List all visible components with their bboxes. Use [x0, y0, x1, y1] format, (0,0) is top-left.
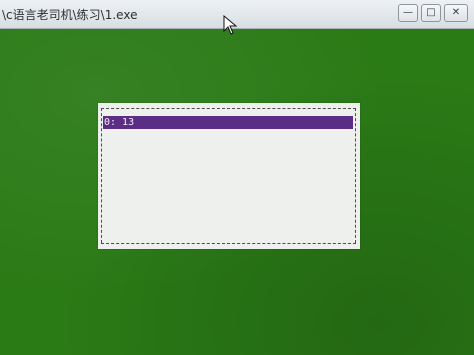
menu-box: 0: 13 [98, 103, 360, 249]
console-window: \c语言老司机\练习\1.exe — □ ✕ 0: 13 [0, 0, 474, 355]
close-icon: ✕ [451, 7, 461, 18]
menu-border-bottom [101, 243, 356, 244]
menu-item-selected[interactable]: 0: 13 [103, 116, 353, 129]
menu-border-top [101, 108, 356, 109]
minimize-icon: — [403, 7, 413, 18]
maximize-button[interactable]: □ [421, 4, 441, 22]
menu-border-left [101, 108, 102, 243]
window-controls: — □ ✕ [398, 4, 468, 22]
minimize-button[interactable]: — [398, 4, 418, 22]
console-area[interactable]: 0: 13 [0, 29, 474, 355]
close-button[interactable]: ✕ [444, 4, 468, 22]
mouse-cursor-icon [223, 15, 238, 35]
menu-border-right [355, 108, 356, 243]
maximize-icon: □ [426, 7, 436, 18]
window-title: \c语言老司机\练习\1.exe [2, 8, 138, 22]
